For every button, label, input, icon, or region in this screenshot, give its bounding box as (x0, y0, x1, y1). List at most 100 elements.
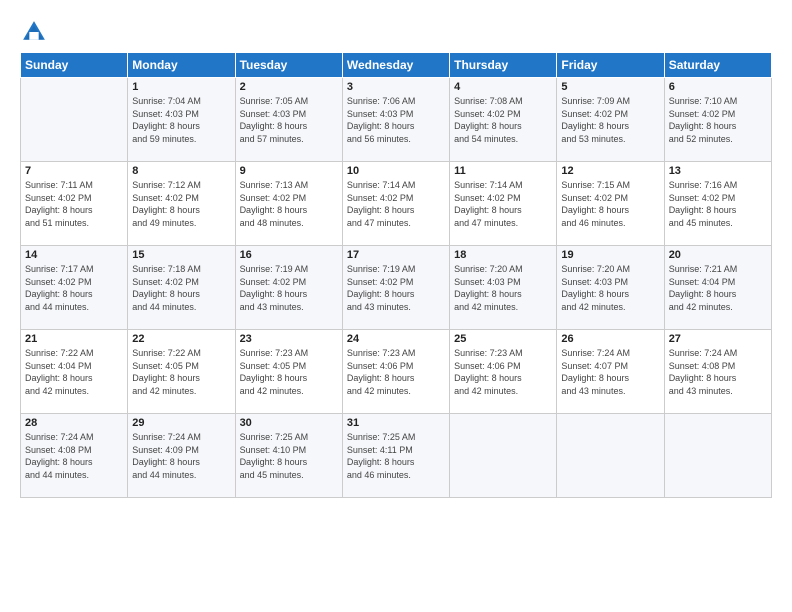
calendar-cell: 6 Sunrise: 7:10 AM Sunset: 4:02 PM Daylig… (664, 78, 771, 162)
weekday-header-sunday: Sunday (21, 53, 128, 78)
weekday-header-saturday: Saturday (664, 53, 771, 78)
day-number: 18 (454, 249, 552, 261)
day-info: Sunrise: 7:09 AM Sunset: 4:02 PM Dayligh… (561, 95, 659, 145)
calendar-cell: 13Sunrise: 7:16 AM Sunset: 4:02 PM Dayli… (664, 162, 771, 246)
day-info: Sunrise: 7:23 AM Sunset: 4:06 PM Dayligh… (347, 347, 445, 397)
day-info: Sunrise: 7:25 AM Sunset: 4:11 PM Dayligh… (347, 431, 445, 481)
day-number: 15 (132, 249, 230, 261)
weekday-header-friday: Friday (557, 53, 664, 78)
calendar-cell: 26 Sunrise: 7:24 AM Sunset: 4:07 PM Dayli… (557, 330, 664, 414)
calendar-cell: 22 Sunrise: 7:22 AM Sunset: 4:05 PM Dayli… (128, 330, 235, 414)
calendar-cell: 19 Sunrise: 7:20 AM Sunset: 4:03 PM Dayli… (557, 246, 664, 330)
day-number: 16 (240, 249, 338, 261)
calendar-cell: 8Sunrise: 7:12 AM Sunset: 4:02 PM Daylig… (128, 162, 235, 246)
day-number: 23 (240, 333, 338, 345)
day-number: 30 (240, 417, 338, 429)
day-number: 19 (561, 249, 659, 261)
day-info: Sunrise: 7:19 AM Sunset: 4:02 PM Dayligh… (240, 263, 338, 313)
day-info: Sunrise: 7:05 AM Sunset: 4:03 PM Dayligh… (240, 95, 338, 145)
day-number: 12 (561, 165, 659, 177)
calendar-cell: 14 Sunrise: 7:17 AM Sunset: 4:02 PM Dayli… (21, 246, 128, 330)
day-number: 28 (25, 417, 123, 429)
calendar-week-2: 7 Sunrise: 7:11 AM Sunset: 4:02 PM Daylig… (21, 162, 772, 246)
day-number: 31 (347, 417, 445, 429)
day-info: Sunrise: 7:15 AM Sunset: 4:02 PM Dayligh… (561, 179, 659, 229)
calendar-cell: 1 Sunrise: 7:04 AM Sunset: 4:03 PM Daylig… (128, 78, 235, 162)
day-number: 22 (132, 333, 230, 345)
day-info: Sunrise: 7:06 AM Sunset: 4:03 PM Dayligh… (347, 95, 445, 145)
weekday-header-thursday: Thursday (450, 53, 557, 78)
day-info: Sunrise: 7:20 AM Sunset: 4:03 PM Dayligh… (454, 263, 552, 313)
weekday-header-monday: Monday (128, 53, 235, 78)
calendar-week-1: 1 Sunrise: 7:04 AM Sunset: 4:03 PM Daylig… (21, 78, 772, 162)
calendar-cell: 29Sunrise: 7:24 AM Sunset: 4:09 PM Dayli… (128, 414, 235, 498)
day-info: Sunrise: 7:04 AM Sunset: 4:03 PM Dayligh… (132, 95, 230, 145)
calendar-cell: 4Sunrise: 7:08 AM Sunset: 4:02 PM Daylig… (450, 78, 557, 162)
day-info: Sunrise: 7:12 AM Sunset: 4:02 PM Dayligh… (132, 179, 230, 229)
day-info: Sunrise: 7:16 AM Sunset: 4:02 PM Dayligh… (669, 179, 767, 229)
day-info: Sunrise: 7:11 AM Sunset: 4:02 PM Dayligh… (25, 179, 123, 229)
day-info: Sunrise: 7:17 AM Sunset: 4:02 PM Dayligh… (25, 263, 123, 313)
day-number: 25 (454, 333, 552, 345)
day-info: Sunrise: 7:13 AM Sunset: 4:02 PM Dayligh… (240, 179, 338, 229)
page: SundayMondayTuesdayWednesdayThursdayFrid… (0, 0, 792, 612)
day-number: 1 (132, 81, 230, 93)
calendar-week-5: 28Sunrise: 7:24 AM Sunset: 4:08 PM Dayli… (21, 414, 772, 498)
calendar-cell: 12 Sunrise: 7:15 AM Sunset: 4:02 PM Dayli… (557, 162, 664, 246)
calendar-cell: 2 Sunrise: 7:05 AM Sunset: 4:03 PM Daylig… (235, 78, 342, 162)
calendar-cell: 3 Sunrise: 7:06 AM Sunset: 4:03 PM Daylig… (342, 78, 449, 162)
calendar-cell: 21 Sunrise: 7:22 AM Sunset: 4:04 PM Dayli… (21, 330, 128, 414)
calendar-cell: 31 Sunrise: 7:25 AM Sunset: 4:11 PM Dayli… (342, 414, 449, 498)
day-info: Sunrise: 7:21 AM Sunset: 4:04 PM Dayligh… (669, 263, 767, 313)
day-info: Sunrise: 7:24 AM Sunset: 4:07 PM Dayligh… (561, 347, 659, 397)
day-number: 20 (669, 249, 767, 261)
day-number: 29 (132, 417, 230, 429)
day-number: 4 (454, 81, 552, 93)
day-info: Sunrise: 7:20 AM Sunset: 4:03 PM Dayligh… (561, 263, 659, 313)
calendar-cell: 25 Sunrise: 7:23 AM Sunset: 4:06 PM Dayli… (450, 330, 557, 414)
calendar-cell (450, 414, 557, 498)
calendar-cell: 11 Sunrise: 7:14 AM Sunset: 4:02 PM Dayli… (450, 162, 557, 246)
day-number: 21 (25, 333, 123, 345)
calendar-cell (557, 414, 664, 498)
calendar-week-3: 14 Sunrise: 7:17 AM Sunset: 4:02 PM Dayli… (21, 246, 772, 330)
day-info: Sunrise: 7:22 AM Sunset: 4:05 PM Dayligh… (132, 347, 230, 397)
day-number: 24 (347, 333, 445, 345)
day-info: Sunrise: 7:23 AM Sunset: 4:06 PM Dayligh… (454, 347, 552, 397)
calendar-header: SundayMondayTuesdayWednesdayThursdayFrid… (21, 53, 772, 78)
calendar-cell: 9 Sunrise: 7:13 AM Sunset: 4:02 PM Daylig… (235, 162, 342, 246)
logo (20, 18, 52, 46)
day-info: Sunrise: 7:14 AM Sunset: 4:02 PM Dayligh… (347, 179, 445, 229)
day-number: 2 (240, 81, 338, 93)
day-number: 5 (561, 81, 659, 93)
day-info: Sunrise: 7:14 AM Sunset: 4:02 PM Dayligh… (454, 179, 552, 229)
day-info: Sunrise: 7:22 AM Sunset: 4:04 PM Dayligh… (25, 347, 123, 397)
header (20, 18, 772, 46)
day-number: 6 (669, 81, 767, 93)
day-info: Sunrise: 7:24 AM Sunset: 4:08 PM Dayligh… (669, 347, 767, 397)
day-number: 3 (347, 81, 445, 93)
day-number: 10 (347, 165, 445, 177)
day-info: Sunrise: 7:25 AM Sunset: 4:10 PM Dayligh… (240, 431, 338, 481)
calendar-cell: 10 Sunrise: 7:14 AM Sunset: 4:02 PM Dayli… (342, 162, 449, 246)
day-number: 11 (454, 165, 552, 177)
calendar-cell: 30 Sunrise: 7:25 AM Sunset: 4:10 PM Dayli… (235, 414, 342, 498)
day-info: Sunrise: 7:10 AM Sunset: 4:02 PM Dayligh… (669, 95, 767, 145)
day-number: 14 (25, 249, 123, 261)
calendar-cell: 28Sunrise: 7:24 AM Sunset: 4:08 PM Dayli… (21, 414, 128, 498)
weekday-header-row: SundayMondayTuesdayWednesdayThursdayFrid… (21, 53, 772, 78)
calendar-cell: 15 Sunrise: 7:18 AM Sunset: 4:02 PM Dayli… (128, 246, 235, 330)
day-number: 7 (25, 165, 123, 177)
day-number: 17 (347, 249, 445, 261)
calendar-cell: 18 Sunrise: 7:20 AM Sunset: 4:03 PM Dayli… (450, 246, 557, 330)
calendar-cell: 20 Sunrise: 7:21 AM Sunset: 4:04 PM Dayli… (664, 246, 771, 330)
day-number: 9 (240, 165, 338, 177)
calendar-cell: 16 Sunrise: 7:19 AM Sunset: 4:02 PM Dayli… (235, 246, 342, 330)
calendar-cell (21, 78, 128, 162)
weekday-header-wednesday: Wednesday (342, 53, 449, 78)
calendar-table: SundayMondayTuesdayWednesdayThursdayFrid… (20, 52, 772, 498)
day-info: Sunrise: 7:18 AM Sunset: 4:02 PM Dayligh… (132, 263, 230, 313)
weekday-header-tuesday: Tuesday (235, 53, 342, 78)
day-number: 26 (561, 333, 659, 345)
calendar-cell: 23Sunrise: 7:23 AM Sunset: 4:05 PM Dayli… (235, 330, 342, 414)
